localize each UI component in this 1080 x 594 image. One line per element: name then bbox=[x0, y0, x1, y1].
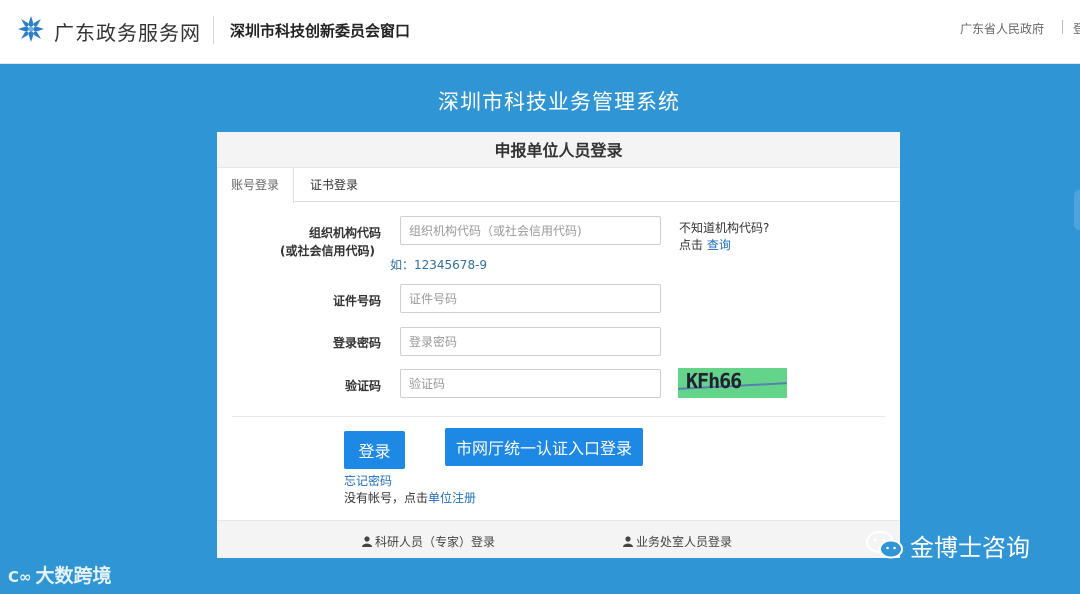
password-input[interactable] bbox=[400, 327, 661, 356]
register-prefix: 没有帐号，点击 bbox=[344, 491, 429, 505]
login-panel: 申报单位人员登录 账号登录 证书登录 组织机构代码 (或社会信用代码) 如：12… bbox=[217, 132, 900, 558]
gov-link[interactable]: 广东省人民政府 bbox=[960, 20, 1044, 37]
org-code-label: 组织机构代码 bbox=[308, 226, 381, 240]
login-tabs: 账号登录 证书登录 bbox=[217, 168, 900, 203]
password-label: 登录密码 bbox=[332, 336, 381, 350]
staff-login-link[interactable]: 业务处室人员登录 bbox=[623, 533, 732, 550]
captcha-label: 验证码 bbox=[344, 379, 381, 393]
panel-footer: 科研人员（专家）登录 业务处室人员登录 bbox=[217, 520, 900, 558]
org-code-label-sub: (或社会信用代码) bbox=[280, 244, 375, 258]
forgot-password-link[interactable]: 忘记密码 bbox=[344, 472, 392, 489]
unified-auth-button[interactable]: 市网厅统一认证入口登录 bbox=[445, 428, 643, 466]
watermark-right: 金博士咨询 bbox=[866, 528, 1030, 563]
org-code-input[interactable] bbox=[400, 216, 661, 245]
watermark-left: C∞ 大数跨境 bbox=[8, 561, 112, 588]
site-name[interactable]: 广东政务服务网 bbox=[54, 17, 201, 46]
cert-no-label: 证件号码 bbox=[332, 294, 381, 308]
researcher-login-label: 科研人员（专家）登录 bbox=[375, 535, 496, 549]
captcha-input[interactable] bbox=[400, 369, 661, 398]
user-icon bbox=[362, 536, 372, 547]
cert-no-input[interactable] bbox=[400, 284, 661, 313]
watermark-left-mark: C∞ bbox=[8, 568, 32, 586]
form-divider bbox=[232, 416, 885, 417]
wechat-icon bbox=[866, 531, 903, 559]
register-hint: 没有帐号，点击单位注册 bbox=[344, 489, 476, 506]
system-title: 深圳市科技业务管理系统 bbox=[438, 90, 680, 114]
header-divider bbox=[213, 16, 214, 44]
header-separator bbox=[1062, 20, 1063, 34]
panel-title: 申报单位人员登录 bbox=[217, 132, 900, 168]
watermark-left-text: 大数跨境 bbox=[35, 565, 112, 587]
guangdong-gov-logo-icon[interactable] bbox=[16, 14, 46, 44]
tab-account-login[interactable]: 账号登录 bbox=[217, 168, 294, 203]
org-code-hint: 不知道机构代码? bbox=[679, 221, 770, 235]
user-icon bbox=[623, 536, 633, 547]
captcha-text: KFh66 bbox=[686, 369, 742, 393]
org-code-example: 如：12345678-9 bbox=[390, 258, 488, 272]
tab-certificate-login[interactable]: 证书登录 bbox=[296, 168, 372, 202]
watermark-right-text: 金博士咨询 bbox=[910, 534, 1030, 562]
query-hint-prefix: 点击 bbox=[679, 238, 704, 252]
researcher-login-link[interactable]: 科研人员（专家）登录 bbox=[362, 533, 495, 550]
top-header: 广东政务服务网 深圳市科技创新委员会窗口 广东省人民政府 登 bbox=[0, 0, 1080, 64]
header-more-link[interactable]: 登 bbox=[1073, 20, 1080, 37]
query-link[interactable]: 查询 bbox=[707, 238, 731, 252]
login-button[interactable]: 登录 bbox=[344, 431, 405, 469]
window-name: 深圳市科技创新委员会窗口 bbox=[230, 22, 411, 40]
staff-login-label: 业务处室人员登录 bbox=[636, 535, 733, 549]
org-code-query-hint: 点击 查询 bbox=[679, 236, 731, 253]
right-edge-tab bbox=[1074, 190, 1080, 230]
register-link[interactable]: 单位注册 bbox=[428, 491, 476, 505]
captcha-image[interactable]: KFh66 bbox=[678, 368, 787, 398]
